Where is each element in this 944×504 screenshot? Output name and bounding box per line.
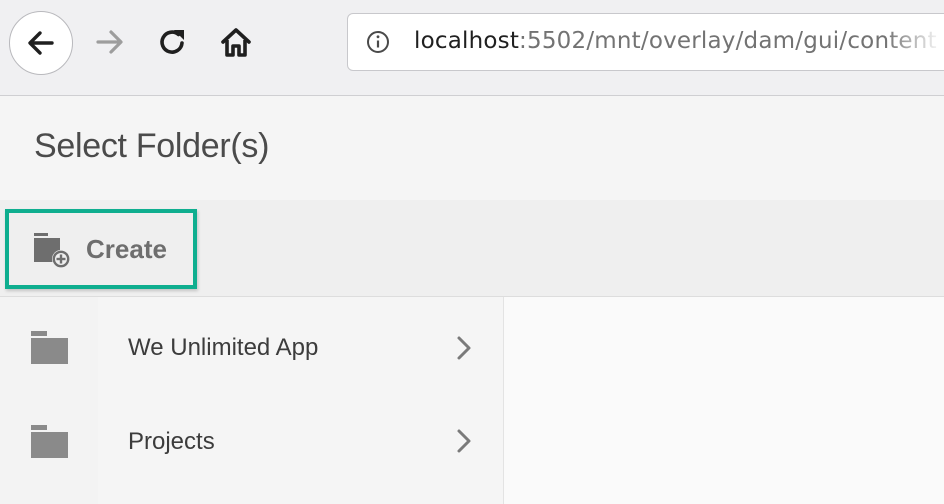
empty-column: [504, 297, 944, 504]
home-button[interactable]: [216, 22, 256, 62]
dialog-header: Select Folder(s): [0, 96, 944, 201]
folder-name: Projects: [128, 428, 215, 455]
reload-icon: [160, 30, 184, 54]
list-item[interactable]: Projects: [0, 395, 503, 491]
create-label: Create: [86, 233, 167, 264]
url-path: :5502/mnt/overlay/dam/gui/content: [519, 28, 937, 54]
info-icon[interactable]: [366, 30, 390, 54]
url-text: localhost:5502/mnt/overlay/dam/gui/conte…: [414, 28, 937, 54]
chevron-right-icon: [457, 336, 471, 360]
folder-name: We Unlimited App: [128, 334, 319, 361]
forward-arrow-icon: [96, 30, 123, 54]
url-host: localhost: [414, 28, 520, 54]
create-button[interactable]: Create: [24, 229, 167, 269]
reload-button[interactable]: [153, 22, 193, 62]
column-browser: We Unlimited App Projects: [0, 297, 944, 504]
chevron-right-icon: [457, 429, 471, 453]
forward-button[interactable]: [90, 22, 130, 62]
home-icon: [221, 28, 251, 57]
address-bar[interactable]: localhost:5502/mnt/overlay/dam/gui/conte…: [347, 13, 944, 71]
folder-icon: [31, 425, 68, 458]
folder-add-icon: [34, 233, 70, 268]
page-title: Select Folder(s): [34, 127, 270, 165]
back-arrow-icon: [28, 31, 54, 55]
list-item[interactable]: We Unlimited App: [0, 299, 503, 395]
action-bar: Create: [0, 200, 944, 297]
back-button[interactable]: [9, 11, 73, 75]
url-fade: [886, 14, 944, 70]
browser-toolbar: localhost:5502/mnt/overlay/dam/gui/conte…: [0, 0, 944, 96]
folder-icon: [31, 331, 68, 364]
